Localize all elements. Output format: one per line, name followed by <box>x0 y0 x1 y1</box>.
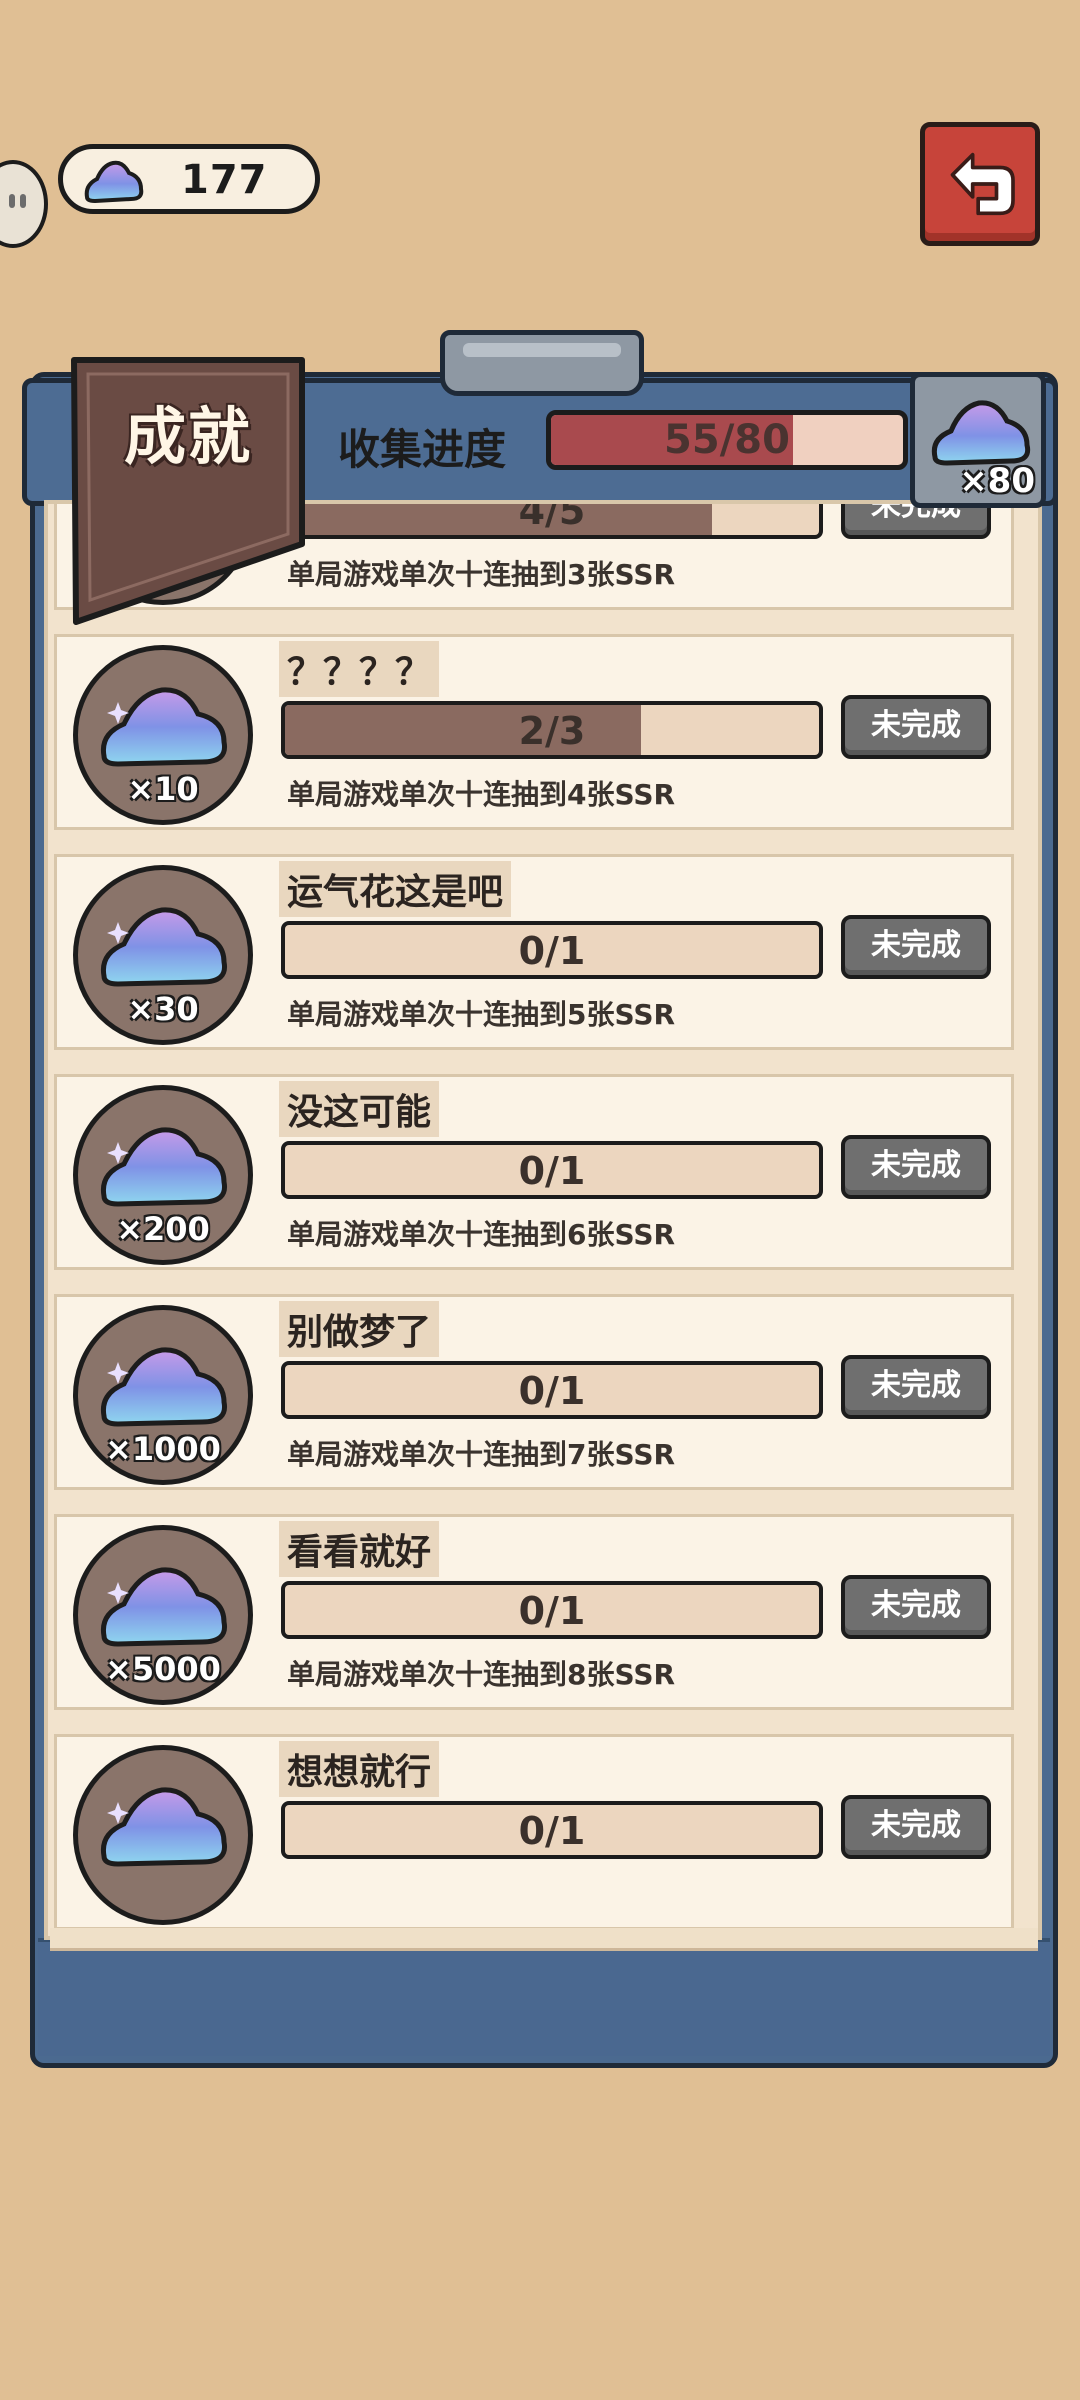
gem-icon <box>100 1787 228 1867</box>
achievement-progress-bar: 0/1 <box>281 1141 823 1199</box>
currency-amount: 177 <box>181 157 268 203</box>
achievement-description: 单局游戏单次十连抽到3张SSR <box>287 558 676 591</box>
achievement-description: 单局游戏单次十连抽到4张SSR <box>287 778 676 811</box>
reward-badge: ×200 <box>73 1085 253 1265</box>
achievement-progress-text: 0/1 <box>518 1589 586 1633</box>
reward-badge <box>73 1745 253 1925</box>
achievement-progress-text: 0/1 <box>518 1809 586 1853</box>
reward-amount: ×30 <box>127 990 199 1028</box>
achievement-name: 别做梦了 <box>279 1301 440 1357</box>
achievement-name: 没这可能 <box>279 1081 440 1137</box>
achievement-progress-bar: 4/5 <box>281 500 823 539</box>
achievement-name: 运气花这是吧 <box>279 861 512 917</box>
achievement-name: ？？？？ <box>279 641 440 697</box>
claim-status-button[interactable]: 未完成 <box>841 915 991 979</box>
reward-amount: ×1000 <box>105 1430 221 1468</box>
gem-icon <box>100 1127 228 1207</box>
achievement-progress-bar: 0/1 <box>281 1581 823 1639</box>
achievement-progress-text: 0/1 <box>518 929 586 973</box>
board-clip <box>440 330 644 396</box>
gem-icon <box>100 1347 228 1427</box>
board-footer <box>38 1938 1050 2056</box>
gem-icon <box>931 400 1031 466</box>
gem-icon <box>100 687 228 767</box>
claim-status-button[interactable]: 未完成 <box>841 1355 991 1419</box>
claim-status-button[interactable]: 未完成 <box>841 1135 991 1199</box>
achievement-progress-bar: 0/1 <box>281 921 823 979</box>
achievement-card: ×30 运气花这是吧 0/1 未完成单局游戏单次十连抽到5张SSR <box>54 854 1014 1050</box>
achievement-name: 看看就好 <box>279 1521 440 1577</box>
reward-amount: ×10 <box>127 770 199 808</box>
achievement-progress-bar: 2/3 <box>281 701 823 759</box>
collection-progress-label: 收集进度 <box>338 425 507 474</box>
total-reward-box[interactable]: ×80 <box>910 372 1046 508</box>
achievement-description: 单局游戏单次十连抽到7张SSR <box>287 1438 676 1471</box>
achievement-progress-text: 0/1 <box>518 1149 586 1193</box>
achievement-card: ×200 没这可能 0/1 未完成单局游戏单次十连抽到6张SSR <box>54 1074 1014 1270</box>
achievement-list-panel[interactable]: ×9点欧喔4/5未完成单局游戏单次十连抽到3张SSR×10？？？？2/3未完成单… <box>44 500 1042 1940</box>
achievement-progress-text: 0/1 <box>518 1369 586 1413</box>
achievement-progress-text: 2/3 <box>518 709 586 753</box>
gem-icon <box>100 1567 228 1647</box>
achievement-progress-text: 4/5 <box>518 500 586 533</box>
reward-badge: ×1000 <box>73 1305 253 1485</box>
back-button[interactable] <box>920 122 1040 246</box>
currency-display: 177 <box>58 144 320 214</box>
total-reward-count: ×80 <box>959 461 1035 501</box>
collection-progress-text: 55/80 <box>664 417 790 463</box>
gem-icon <box>100 907 228 987</box>
reward-badge: ×30 <box>73 865 253 1045</box>
achievement-description: 单局游戏单次十连抽到5张SSR <box>287 998 676 1031</box>
achievement-description: 单局游戏单次十连抽到8张SSR <box>287 1658 676 1691</box>
title-banner: 成就 <box>70 356 306 626</box>
gem-icon <box>84 160 144 204</box>
side-menu-handle[interactable] <box>0 160 48 248</box>
achievement-description: 单局游戏单次十连抽到6张SSR <box>287 1218 676 1251</box>
return-arrow-icon <box>950 152 1015 216</box>
achievement-card: ×10 ？？？？ 2/3 未完成单局游戏单次十连抽到4张SSR <box>54 634 1014 830</box>
reward-badge: ×10 <box>73 645 253 825</box>
reward-amount: ×5000 <box>105 1650 221 1688</box>
collection-progress-bar: 55/80 <box>546 410 908 470</box>
achievement-card: 想想就行 0/1 未完成 <box>54 1734 1014 1930</box>
achievement-progress-bar: 0/1 <box>281 1361 823 1419</box>
achievement-name: 想想就行 <box>279 1741 440 1797</box>
achievement-card: ×1000 别做梦了 0/1 未完成单局游戏单次十连抽到7张SSR <box>54 1294 1014 1490</box>
achievement-card: ×5000 看看就好 0/1 未完成单局游戏单次十连抽到8张SSR <box>54 1514 1014 1710</box>
claim-status-button[interactable]: 未完成 <box>841 695 991 759</box>
claim-status-button[interactable]: 未完成 <box>841 1575 991 1639</box>
page-title: 成就 <box>123 400 252 473</box>
reward-badge: ×5000 <box>73 1525 253 1705</box>
paper-edge <box>50 1928 1038 1951</box>
claim-status-button[interactable]: 未完成 <box>841 1795 991 1859</box>
achievement-progress-bar: 0/1 <box>281 1801 823 1859</box>
reward-amount: ×200 <box>116 1210 210 1248</box>
